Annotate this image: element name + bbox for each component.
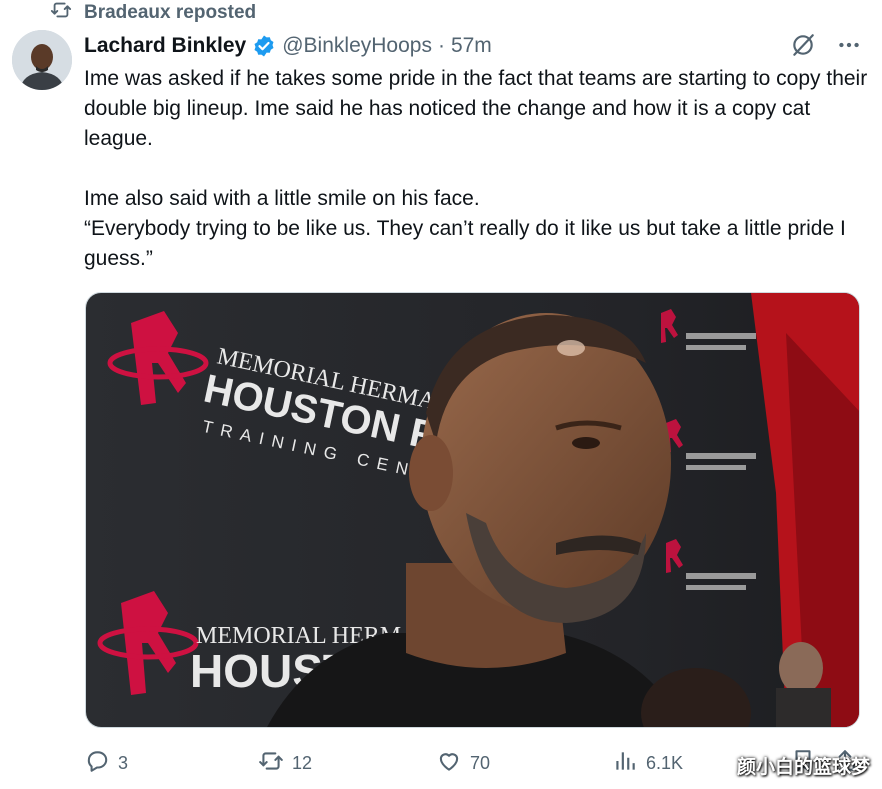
- reply-icon: [84, 748, 110, 779]
- like-button[interactable]: 70: [436, 745, 490, 781]
- tweet-header: Lachard Binkley @BinkleyHoops · 57m: [84, 30, 862, 62]
- tweet-photo[interactable]: MEMORIAL HERMANN HOUSTON ROCKETS TRAININ…: [85, 292, 860, 728]
- heart-icon: [436, 748, 462, 779]
- views-chart-icon: [612, 748, 638, 779]
- tweet-paragraph-2-line-1: Ime also said with a little smile on his…: [84, 187, 480, 210]
- views-count: 6.1K: [646, 752, 684, 773]
- verified-badge-icon[interactable]: [252, 34, 276, 58]
- separator-dot: ·: [437, 34, 445, 57]
- avatar[interactable]: [12, 30, 72, 90]
- more-icon[interactable]: [836, 32, 862, 64]
- tweet-paragraph-2-line-2: “Everybody trying to be like us. They ca…: [84, 217, 846, 270]
- tweet-paragraph-1: Ime was asked if he takes some pride in …: [84, 67, 868, 150]
- repost-icon: [50, 0, 72, 27]
- author-handle[interactable]: @BinkleyHoops: [282, 34, 432, 58]
- repost-button[interactable]: 12: [258, 745, 312, 781]
- tweet-text: Ime was asked if he takes some pride in …: [84, 64, 874, 274]
- reply-count: 3: [118, 752, 129, 773]
- grok-icon[interactable]: [790, 32, 816, 64]
- timestamp[interactable]: 57m: [451, 34, 492, 58]
- repost-icon: [258, 748, 284, 779]
- repost-indicator[interactable]: Bradeaux reposted: [50, 0, 256, 26]
- repost-label: Bradeaux reposted: [84, 2, 257, 23]
- repost-count: 12: [292, 752, 313, 773]
- tweet[interactable]: Bradeaux reposted Lachard Binkley @Binkl…: [0, 0, 882, 789]
- header-actions: [790, 32, 862, 64]
- views-button[interactable]: 6.1K: [612, 745, 683, 781]
- watermark-text: 颜小白的篮球梦: [736, 756, 870, 778]
- author-name[interactable]: Lachard Binkley: [84, 34, 246, 58]
- reply-button[interactable]: 3: [84, 745, 128, 781]
- like-count: 70: [470, 752, 491, 773]
